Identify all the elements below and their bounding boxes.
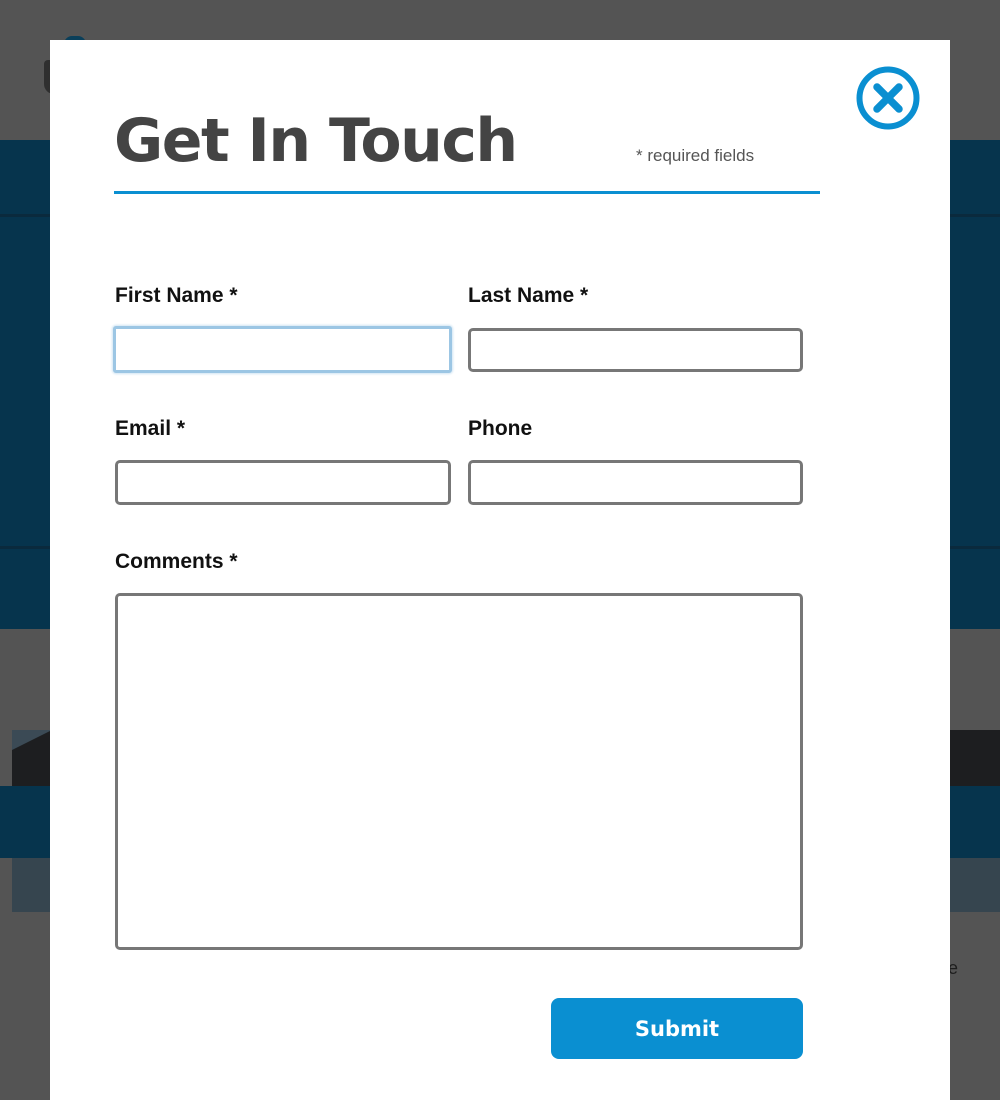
first-name-input[interactable] [113, 326, 452, 373]
last-name-input[interactable] [468, 328, 803, 372]
close-button[interactable] [855, 65, 921, 131]
title-divider [114, 191, 820, 194]
background-strip-corner [12, 730, 52, 750]
first-name-label: First Name * [115, 284, 238, 307]
comments-label: Comments * [115, 550, 238, 573]
phone-label: Phone [468, 417, 533, 440]
contact-modal: Get In Touch * required fields First Nam… [50, 40, 950, 1100]
last-name-label: Last Name * [468, 284, 589, 307]
email-label: Email * [115, 417, 186, 440]
submit-button[interactable]: Submit [551, 998, 803, 1059]
comments-textarea[interactable] [115, 593, 803, 950]
phone-input[interactable] [468, 460, 803, 505]
required-fields-note: * required fields [636, 146, 755, 165]
close-circle-icon [856, 66, 920, 130]
email-input[interactable] [115, 460, 451, 505]
modal-title: Get In Touch [114, 106, 518, 176]
